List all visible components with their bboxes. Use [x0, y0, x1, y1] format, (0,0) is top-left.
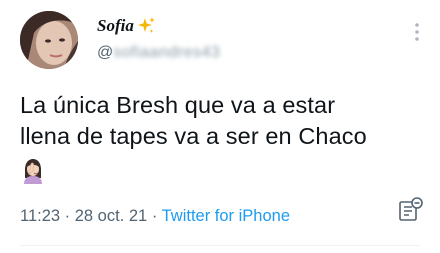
user-handle[interactable]: @ sofiaandres43: [97, 44, 220, 62]
meta-separator-1: ·: [60, 207, 75, 225]
more-options-icon[interactable]: [414, 22, 420, 42]
tweet-date[interactable]: 28 oct. 21: [75, 207, 147, 225]
display-name[interactable]: Sofia: [97, 16, 156, 36]
tweet-text: La única Bresh que va a estar llena de t…: [20, 90, 425, 188]
handle-obscured-text: sofiaandres43: [113, 44, 221, 61]
tweet-card: Sofia @ sofiaandres43 La única Bresh que…: [0, 0, 440, 253]
avatar-photo: [20, 11, 78, 69]
tweet-time[interactable]: 11:23: [20, 207, 60, 225]
sparkles-icon: [137, 17, 155, 33]
avatar[interactable]: [20, 11, 78, 69]
tweet-text-line-2: llena de tapes va a ser en Chaco: [20, 123, 367, 149]
handle-at: @: [97, 44, 114, 61]
display-name-text: Sofia: [97, 16, 134, 35]
tweet-text-line-1: La única Bresh que va a estar: [20, 92, 336, 118]
tweet-meta: 11:23 · 28 oct. 21 · Twitter for iPhone: [20, 207, 290, 226]
tweet-source-link[interactable]: Twitter for iPhone: [162, 207, 290, 225]
meta-separator-2: ·: [147, 207, 162, 225]
analytics-icon[interactable]: [396, 196, 424, 224]
woman-facepalming-icon: [24, 159, 42, 184]
divider: [20, 245, 420, 246]
